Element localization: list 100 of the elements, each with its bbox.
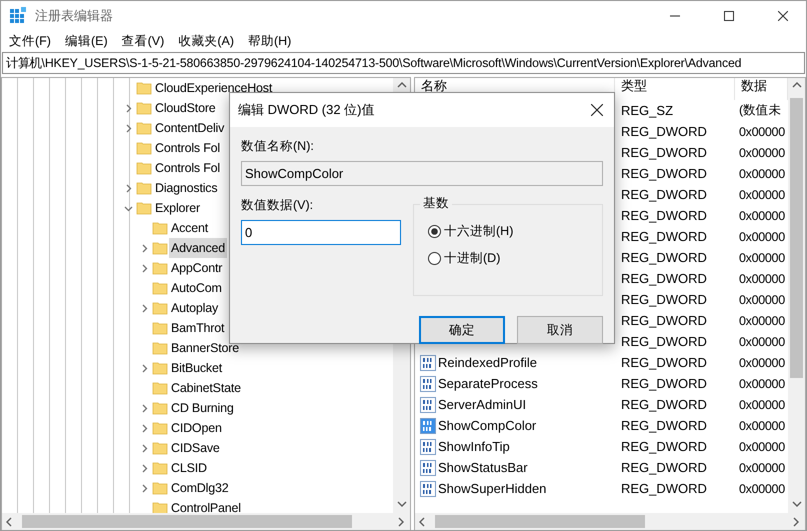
value-type: REG_DWORD <box>620 145 708 160</box>
folder-icon <box>152 260 168 276</box>
chevron-icon[interactable] <box>140 464 148 472</box>
field-label: 数值名称(N): <box>241 138 315 155</box>
value-name[interactable]: ShowInfoTip <box>438 439 510 454</box>
value-name-field[interactable]: ShowCompColor <box>241 161 603 186</box>
chevron-icon[interactable] <box>124 204 132 212</box>
value-name[interactable]: ShowStatusBar <box>438 460 528 475</box>
dialog-button[interactable]: 确定 <box>419 316 505 344</box>
tree-item[interactable]: Autoplay <box>169 298 220 318</box>
tree-item[interactable]: CabinetState <box>169 378 243 398</box>
value-type: REG_DWORD <box>620 187 708 202</box>
value-data: 0x00000 <box>738 272 786 286</box>
value-data: 0x00000 <box>738 166 786 180</box>
tree-item[interactable]: ContentDeliv <box>153 118 226 138</box>
dialog-title: 编辑 DWORD (32 位)值 <box>238 101 374 119</box>
tree-item[interactable]: CIDOpen <box>169 418 224 438</box>
chevron-icon[interactable] <box>140 364 148 372</box>
tree-item[interactable]: CloudExperienceHost <box>153 78 274 98</box>
folder-icon <box>152 420 168 436</box>
tree-item[interactable]: AppContr <box>169 258 224 278</box>
tree-item[interactable]: CloudStore <box>153 98 218 118</box>
tree-item[interactable]: BamThrot <box>169 318 226 338</box>
chevron-icon[interactable] <box>140 424 148 432</box>
radio-icon[interactable] <box>428 225 441 238</box>
value-data: 0x00000 <box>738 440 786 454</box>
address-bar[interactable]: 计算机\HKEY_USERS\S-1-5-21-580663850-2979624104-140254713-500\Software\Microsoft\Windows\CurrentVersion\Explorer\Advanced <box>2 52 805 74</box>
folder-icon <box>136 100 152 116</box>
value-name[interactable]: ServerAdminUI <box>438 397 526 412</box>
tree-item[interactable]: CIDSave <box>169 438 222 458</box>
value-data: 0x00000 <box>738 460 786 474</box>
tree-item[interactable]: Controls Fol <box>153 138 222 158</box>
value-type: REG_DWORD <box>620 250 708 265</box>
radio-icon[interactable] <box>428 252 441 265</box>
dialog-button[interactable]: 取消 <box>517 316 603 344</box>
field-label: 数值数据(V): <box>241 197 314 214</box>
app-icon <box>9 7 27 25</box>
value-data: (数值未 <box>738 102 782 119</box>
value-type: REG_DWORD <box>620 208 708 223</box>
value-type: REG_DWORD <box>620 313 708 328</box>
chevron-icon[interactable] <box>140 484 148 492</box>
tree-item[interactable]: AutoCom <box>169 278 224 298</box>
value-data: 0x00000 <box>738 146 786 160</box>
vertical-scrollbar[interactable] <box>788 78 805 513</box>
value-data: 0x00000 <box>738 124 786 138</box>
value-data: 0x00000 <box>738 230 786 244</box>
menu-item[interactable]: 编辑(E) <box>58 33 116 50</box>
tree-item[interactable]: Controls Fol <box>153 158 222 178</box>
tree-item[interactable]: Diagnostics <box>153 178 220 198</box>
folder-icon <box>152 240 168 256</box>
value-name[interactable]: ShowSuperHidden <box>438 481 546 496</box>
radio-option[interactable]: 十六进制(H) <box>428 223 602 240</box>
value-data: 0x00000 <box>738 188 786 202</box>
value-type: REG_DWORD <box>620 460 708 475</box>
value-name[interactable]: ReindexedProfile <box>438 355 538 370</box>
chevron-icon[interactable] <box>140 304 148 312</box>
chevron-icon[interactable] <box>124 184 132 192</box>
tree-item[interactable]: CD Burning <box>169 398 236 418</box>
tree-item[interactable]: ControlPanel <box>169 498 243 513</box>
folder-icon <box>152 400 168 416</box>
value-name[interactable]: SeparateProcess <box>438 376 538 391</box>
menu-item[interactable]: 收藏夹(A) <box>172 33 242 50</box>
value-type: REG_DWORD <box>620 397 708 412</box>
menu-item[interactable]: 文件(F) <box>3 33 59 50</box>
value-data-field[interactable]: 0 <box>241 220 401 245</box>
folder-icon <box>136 80 152 96</box>
tree-item[interactable]: Accent <box>169 218 210 238</box>
chevron-icon[interactable] <box>140 444 148 452</box>
tree-item[interactable]: BannerStore <box>169 338 241 358</box>
horizontal-scrollbar[interactable] <box>415 513 805 530</box>
chevron-icon[interactable] <box>124 124 132 132</box>
group-label: 基数 <box>420 195 452 212</box>
value-type: REG_DWORD <box>620 166 708 181</box>
value-type: REG_DWORD <box>620 292 708 307</box>
folder-icon <box>152 300 168 316</box>
value-data: 0x00000 <box>738 334 786 348</box>
chevron-icon[interactable] <box>140 404 148 412</box>
value-name[interactable]: ShowCompColor <box>438 418 536 433</box>
value-data: 0x00000 <box>738 482 786 496</box>
tree-item[interactable]: ComDlg32 <box>169 478 230 498</box>
chevron-icon[interactable] <box>140 244 148 252</box>
folder-icon <box>136 200 152 216</box>
tree-item[interactable]: BitBucket <box>169 358 224 378</box>
menu-item[interactable]: 帮助(H) <box>242 33 300 50</box>
chevron-icon[interactable] <box>124 104 132 112</box>
value-data: 0x00000 <box>738 418 786 432</box>
tree-item[interactable]: Explorer <box>153 198 202 218</box>
folder-icon <box>136 180 152 196</box>
menu-item[interactable]: 查看(V) <box>116 33 172 50</box>
folder-icon <box>152 340 168 356</box>
value-data: 0x00000 <box>738 292 786 306</box>
value-data: 0x00000 <box>738 314 786 328</box>
tree-item[interactable]: CLSID <box>169 458 209 478</box>
value-type: REG_DWORD <box>620 271 708 286</box>
folder-icon <box>136 120 152 136</box>
value-data: 0x00000 <box>738 208 786 222</box>
horizontal-scrollbar[interactable] <box>2 513 410 530</box>
tree-item[interactable]: Advanced <box>169 238 227 258</box>
radio-option[interactable]: 十进制(D) <box>428 250 602 267</box>
chevron-icon[interactable] <box>140 264 148 272</box>
